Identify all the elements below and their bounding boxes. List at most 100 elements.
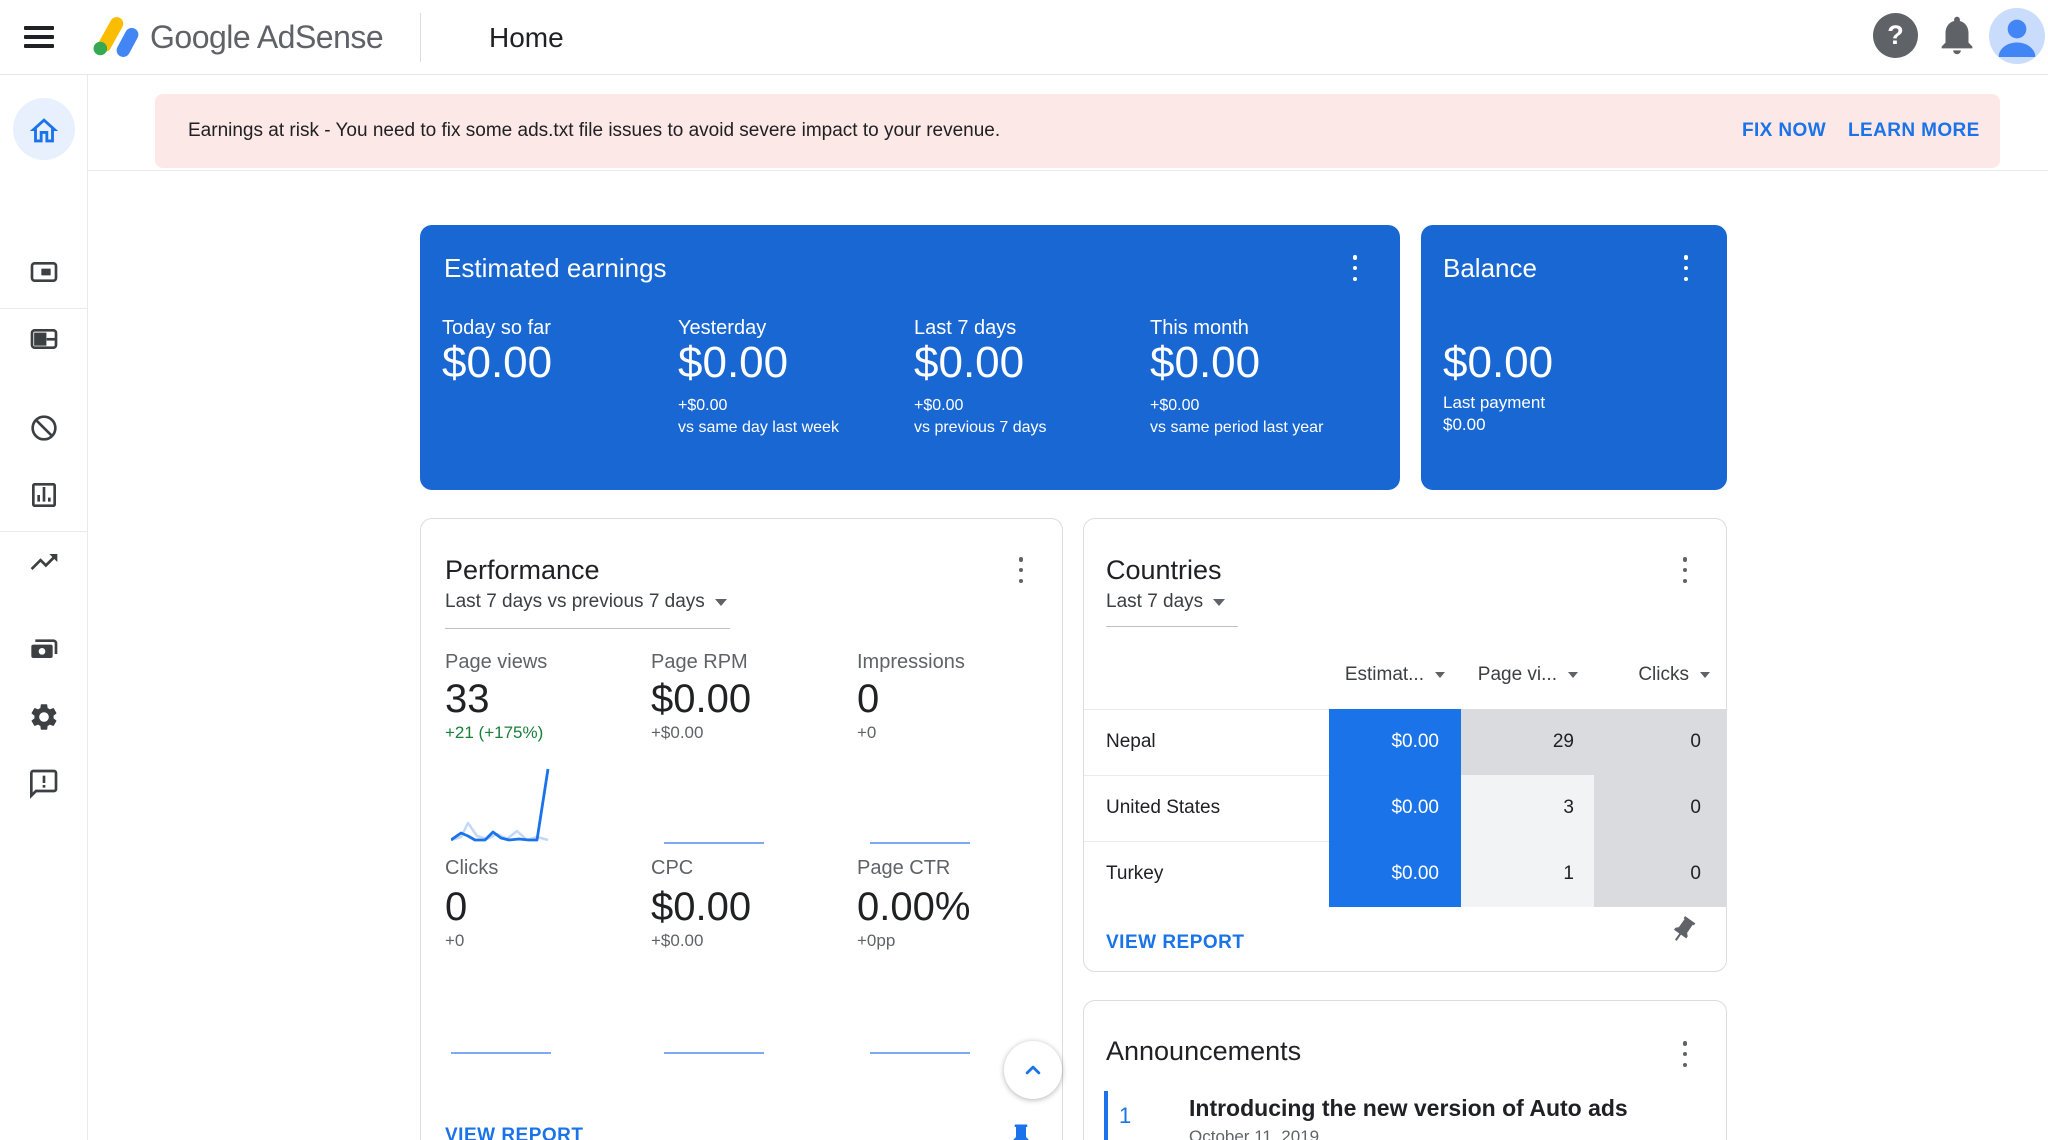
metric-delta: +$0.00 bbox=[651, 723, 704, 742]
card-menu-icon[interactable] bbox=[1012, 557, 1030, 583]
product-name: Google AdSense bbox=[150, 19, 384, 55]
chevron-down-icon bbox=[714, 598, 727, 606]
table-row-country[interactable]: Turkey bbox=[1106, 841, 1163, 907]
optimization-icon bbox=[30, 554, 58, 570]
last-payment-value: $0.00 bbox=[1443, 415, 1486, 434]
column-header-clicks[interactable]: Clicks bbox=[1594, 663, 1726, 687]
sidebar-item-reports[interactable] bbox=[0, 469, 88, 521]
metric-label: Page CTR bbox=[857, 857, 951, 879]
chevron-down-icon bbox=[1213, 598, 1226, 606]
table-row-country[interactable]: Nepal bbox=[1106, 709, 1156, 775]
chevron-down-icon bbox=[1568, 672, 1578, 678]
metric-value: $0.00 bbox=[651, 677, 752, 721]
page-views-sparkline bbox=[451, 768, 550, 842]
page-views-cell: 29 bbox=[1461, 709, 1594, 775]
chevron-down-icon bbox=[1435, 672, 1445, 678]
sidebar-item-home[interactable] bbox=[0, 105, 88, 157]
chevron-down-icon bbox=[1700, 672, 1710, 678]
estimated-earnings-card: Estimated earnings Today so far $0.00 Ye… bbox=[420, 225, 1400, 490]
chevron-up-icon bbox=[1025, 1065, 1041, 1075]
header-divider bbox=[420, 13, 421, 62]
last-payment-label: Last payment bbox=[1443, 393, 1546, 412]
earnings-metric: This month $0.00 +$0.00 vs same period l… bbox=[1150, 225, 1380, 490]
view-report-link[interactable]: VIEW REPORT bbox=[445, 1125, 584, 1140]
column-header-earnings[interactable]: Estimat... bbox=[1234, 663, 1461, 687]
sidebar-divider bbox=[0, 308, 88, 309]
sidebar-item-blocking-controls[interactable] bbox=[0, 402, 88, 454]
announcement-title[interactable]: Introducing the new version of Auto ads bbox=[1189, 1095, 1628, 1122]
metric-compare: vs same period last year bbox=[1150, 419, 1324, 436]
sidebar-item-settings[interactable] bbox=[0, 691, 88, 743]
metric-value: $0.00 bbox=[442, 338, 553, 387]
alert-message: Earnings at risk - You need to fix some … bbox=[188, 120, 1001, 141]
learn-more-button[interactable]: LEARN MORE bbox=[1848, 94, 1980, 168]
metric-delta: +$0.00 bbox=[914, 397, 964, 414]
card-title: Balance bbox=[1443, 253, 1537, 283]
column-label: Page vi... bbox=[1477, 664, 1557, 685]
pin-icon[interactable] bbox=[1662, 909, 1704, 951]
ads-icon bbox=[30, 262, 58, 282]
sidebar-item-ads[interactable] bbox=[0, 246, 88, 298]
menu-icon[interactable] bbox=[24, 26, 56, 48]
flat-sparkline bbox=[664, 842, 764, 844]
view-report-link[interactable]: VIEW REPORT bbox=[1106, 932, 1245, 954]
metric-delta: +$0.00 bbox=[1150, 397, 1200, 414]
metric-delta: +21 (+175%) bbox=[445, 723, 544, 742]
card-title: Countries bbox=[1106, 555, 1222, 585]
balance-card: Balance $0.00 Last payment $0.00 bbox=[1421, 225, 1727, 490]
notifications-icon[interactable] bbox=[1934, 12, 1980, 58]
adsense-dashboard: Google AdSense Home ? Earnings at risk -… bbox=[0, 0, 2048, 1140]
metric-label: Page views bbox=[445, 651, 548, 673]
card-title: Announcements bbox=[1106, 1036, 1302, 1066]
metric-label: Clicks bbox=[445, 857, 499, 879]
flat-sparkline bbox=[870, 1052, 970, 1054]
metric-value: 0 bbox=[445, 885, 468, 929]
metric-delta: +0 bbox=[857, 723, 877, 742]
avatar[interactable] bbox=[1989, 8, 2045, 64]
metric-compare: vs previous 7 days bbox=[914, 419, 1047, 436]
table-row-country[interactable]: United States bbox=[1106, 775, 1220, 841]
metric-value: $0.00 bbox=[914, 338, 1025, 387]
card-menu-icon[interactable] bbox=[1676, 1041, 1694, 1067]
balance-value: $0.00 bbox=[1443, 338, 1554, 387]
metric-value: $0.00 bbox=[1150, 338, 1261, 387]
reports-icon bbox=[32, 483, 56, 507]
scroll-to-top-button[interactable] bbox=[1004, 1041, 1062, 1099]
period-dropdown[interactable]: Last 7 days bbox=[1106, 591, 1226, 613]
sidebar-item-sites[interactable] bbox=[0, 313, 88, 365]
earnings-alert-banner: Earnings at risk - You need to fix some … bbox=[155, 94, 2000, 168]
period-dropdown[interactable]: Last 7 days vs previous 7 days bbox=[445, 591, 727, 613]
metric-label: Page RPM bbox=[651, 651, 748, 673]
dropdown-underline bbox=[1106, 626, 1238, 627]
sidebar-item-feedback[interactable] bbox=[0, 757, 88, 809]
fix-now-button[interactable]: FIX NOW bbox=[1742, 94, 1826, 168]
flat-sparkline bbox=[451, 1052, 551, 1054]
period-label: Last 7 days vs previous 7 days bbox=[445, 591, 705, 612]
sidebar-item-optimization[interactable] bbox=[0, 536, 88, 588]
page-views-cell: 1 bbox=[1461, 841, 1594, 907]
sidebar-item-payments[interactable] bbox=[0, 624, 88, 676]
period-label: Last 7 days bbox=[1106, 591, 1204, 612]
card-menu-icon[interactable] bbox=[1677, 255, 1695, 281]
earnings-cell: $0.00 bbox=[1329, 709, 1461, 775]
earnings-metric: Last 7 days $0.00 +$0.00 vs previous 7 d… bbox=[914, 225, 1144, 490]
payments-icon bbox=[31, 639, 58, 658]
metric-value: 33 bbox=[445, 677, 490, 721]
blocking-controls-icon bbox=[31, 415, 57, 441]
help-icon[interactable]: ? bbox=[1873, 13, 1918, 58]
announcement-index: 1 bbox=[1119, 1103, 1132, 1128]
announcements-card: Announcements 1 Introducing the new vers… bbox=[1083, 1000, 1727, 1140]
pin-icon[interactable] bbox=[1006, 1122, 1036, 1140]
column-label: Estimat... bbox=[1344, 664, 1424, 685]
top-header: Google AdSense Home ? bbox=[0, 0, 2048, 75]
card-menu-icon[interactable] bbox=[1676, 557, 1694, 583]
metric-compare: vs same day last week bbox=[678, 419, 839, 436]
page-title: Home bbox=[489, 22, 564, 53]
adsense-logo-icon[interactable] bbox=[84, 8, 142, 71]
home-icon bbox=[29, 118, 59, 143]
column-header-page-views[interactable]: Page vi... bbox=[1461, 663, 1594, 687]
clicks-cell: 0 bbox=[1594, 841, 1726, 907]
performance-card: Performance Last 7 days vs previous 7 da… bbox=[420, 518, 1063, 1140]
metric-value: $0.00 bbox=[651, 885, 752, 929]
metric-delta: +$0.00 bbox=[678, 397, 728, 414]
